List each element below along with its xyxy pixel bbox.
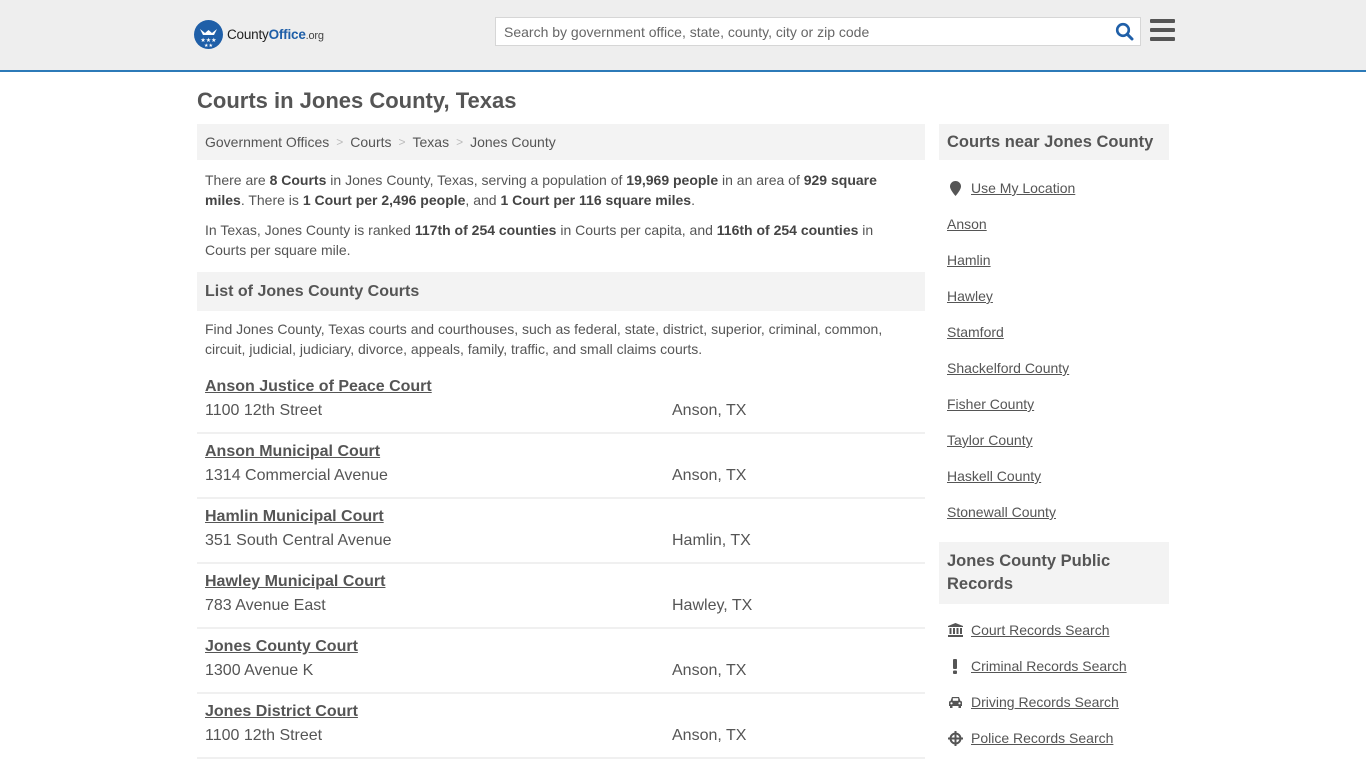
search-icon <box>1115 22 1133 41</box>
courts-list: Anson Justice of Peace Court 1100 12th S… <box>197 369 925 759</box>
use-my-location-item: Use My Location <box>947 170 1161 206</box>
crosshair-icon <box>947 730 963 746</box>
breadcrumb-courts[interactable]: Courts <box>350 134 391 150</box>
courthouse-icon <box>947 623 963 637</box>
court-list-item: Hamlin Municipal Court 351 South Central… <box>197 499 925 564</box>
court-city: Anson, TX <box>672 402 747 419</box>
court-list-item: Jones County Court 1300 Avenue K Anson, … <box>197 629 925 694</box>
nearby-link-hamlin[interactable]: Hamlin <box>947 252 991 268</box>
nearby-link-stonewall-county[interactable]: Stonewall County <box>947 504 1056 520</box>
nearby-link-hawley[interactable]: Hawley <box>947 288 993 304</box>
nearby-link-stamford[interactable]: Stamford <box>947 324 1004 340</box>
breadcrumb-separator: > <box>456 135 464 149</box>
court-address: 351 South Central Avenue <box>205 532 392 549</box>
breadcrumb-separator: > <box>336 135 344 149</box>
court-city: Hawley, TX <box>672 597 753 614</box>
intro-paragraph-stats: There are 8 Courts in Jones County, Texa… <box>205 172 877 208</box>
breadcrumb-government-offices[interactable]: Government Offices <box>205 134 329 150</box>
public-records-list: Court Records Search Criminal Records Se… <box>939 604 1169 756</box>
exclamation-icon <box>947 658 963 674</box>
police-records-search-link[interactable]: Police Records Search <box>971 730 1113 746</box>
main-content: Government Offices > Courts > Texas > Jo… <box>197 124 925 759</box>
nearby-item: Hawley <box>947 278 1161 314</box>
page-title: Courts in Jones County, Texas <box>197 88 517 113</box>
court-name-link[interactable]: Hawley Municipal Court <box>205 573 385 591</box>
nearby-link-shackelford-county[interactable]: Shackelford County <box>947 360 1069 376</box>
nearby-item: Haskell County <box>947 458 1161 494</box>
breadcrumb-jones-county[interactable]: Jones County <box>470 134 556 150</box>
logo-text: CountyOffice.org <box>227 27 324 42</box>
breadcrumb-texas[interactable]: Texas <box>413 134 450 150</box>
court-address: 1100 12th Street <box>205 402 323 419</box>
court-name-link[interactable]: Anson Municipal Court <box>205 443 380 461</box>
nearby-link-taylor-county[interactable]: Taylor County <box>947 432 1033 448</box>
public-records-heading: Jones County Public Records <box>939 542 1169 604</box>
nearby-courts-heading: Courts near Jones County <box>939 124 1169 160</box>
records-item: Police Records Search <box>947 720 1161 756</box>
intro-text: There are 8 Courts in Jones County, Texa… <box>197 160 925 260</box>
nearby-item: Shackelford County <box>947 350 1161 386</box>
courts-list-heading: List of Jones County Courts <box>197 272 925 311</box>
court-name-link[interactable]: Hamlin Municipal Court <box>205 508 384 526</box>
nearby-item: Taylor County <box>947 422 1161 458</box>
records-item: Court Records Search <box>947 612 1161 648</box>
court-address: 1314 Commercial Avenue <box>205 467 388 484</box>
hamburger-menu-icon[interactable] <box>1150 19 1175 41</box>
court-address: 1100 12th Street <box>205 727 323 744</box>
search-input[interactable] <box>496 18 1108 45</box>
breadcrumb: Government Offices > Courts > Texas > Jo… <box>197 124 925 160</box>
nearby-link-anson[interactable]: Anson <box>947 216 987 232</box>
intro-paragraph-ranking: In Texas, Jones County is ranked 117th o… <box>205 222 874 258</box>
nearby-item: Stamford <box>947 314 1161 350</box>
court-city: Anson, TX <box>672 662 747 679</box>
nearby-item: Fisher County <box>947 386 1161 422</box>
court-city: Anson, TX <box>672 467 747 484</box>
site-logo[interactable]: ★★★ ★★ CountyOffice.org <box>194 20 324 49</box>
records-item: Criminal Records Search <box>947 648 1161 684</box>
site-header: ★★★ ★★ CountyOffice.org <box>0 0 1366 72</box>
map-marker-icon <box>947 180 963 196</box>
court-name-link[interactable]: Anson Justice of Peace Court <box>205 378 432 396</box>
court-address: 783 Avenue East <box>205 597 326 614</box>
nearby-item: Stonewall County <box>947 494 1161 530</box>
nearby-link-fisher-county[interactable]: Fisher County <box>947 396 1034 412</box>
nearby-courts-list: Use My Location Anson Hamlin Hawley Stam… <box>939 160 1169 530</box>
court-city: Hamlin, TX <box>672 532 751 549</box>
records-item: Driving Records Search <box>947 684 1161 720</box>
logo-eagle-icon: ★★★ ★★ <box>194 20 223 49</box>
court-list-item: Anson Justice of Peace Court 1100 12th S… <box>197 369 925 434</box>
nearby-item: Anson <box>947 206 1161 242</box>
court-name-link[interactable]: Jones County Court <box>205 638 358 656</box>
court-list-item: Jones District Court 1100 12th Street An… <box>197 694 925 759</box>
car-icon <box>947 696 963 708</box>
use-my-location-link[interactable]: Use My Location <box>971 180 1075 196</box>
court-list-item: Anson Municipal Court 1314 Commercial Av… <box>197 434 925 499</box>
driving-records-search-link[interactable]: Driving Records Search <box>971 694 1119 710</box>
nearby-link-haskell-county[interactable]: Haskell County <box>947 468 1041 484</box>
court-records-search-link[interactable]: Court Records Search <box>971 622 1110 638</box>
breadcrumb-separator: > <box>398 135 406 149</box>
search-button[interactable] <box>1108 18 1140 45</box>
court-list-item: Hawley Municipal Court 783 Avenue East H… <box>197 564 925 629</box>
courts-list-description: Find Jones County, Texas courts and cour… <box>205 321 883 357</box>
court-address: 1300 Avenue K <box>205 662 314 679</box>
criminal-records-search-link[interactable]: Criminal Records Search <box>971 658 1127 674</box>
nearby-item: Hamlin <box>947 242 1161 278</box>
sidebar: Courts near Jones County Use My Location… <box>939 124 1169 756</box>
svg-text:★★: ★★ <box>204 43 213 49</box>
court-name-link[interactable]: Jones District Court <box>205 703 358 721</box>
court-city: Anson, TX <box>672 727 747 744</box>
search-bar <box>495 17 1141 46</box>
